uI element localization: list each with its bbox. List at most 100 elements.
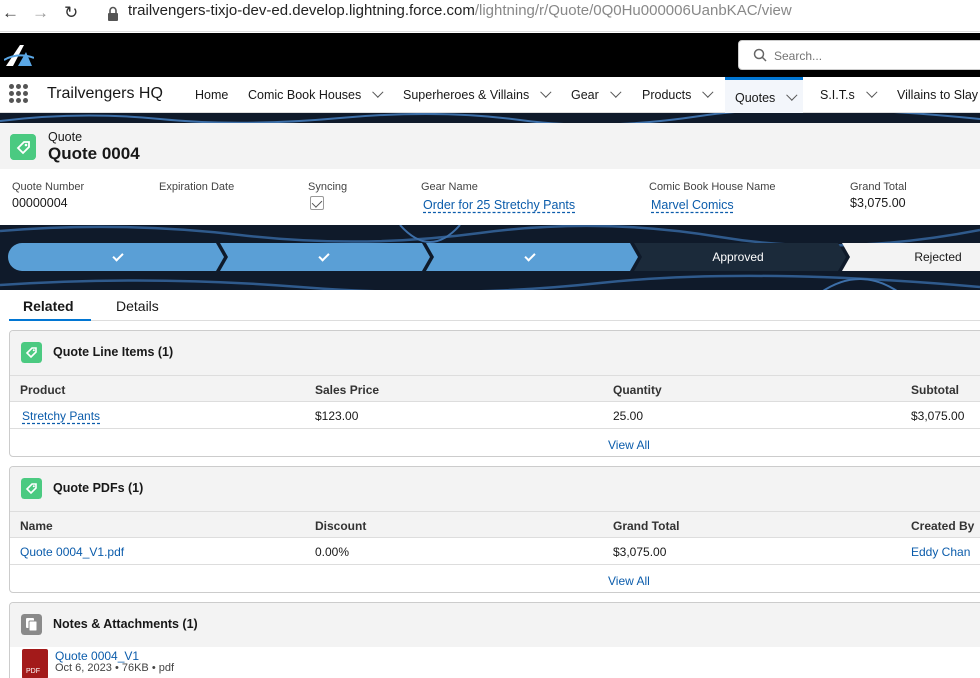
field-label: Quote Number [12,181,85,193]
column-header[interactable]: Quantity [613,383,662,397]
url-host: trailvengers-tixjo-dev-ed.develop.lightn… [128,2,475,19]
column-header[interactable]: Created By [911,519,974,533]
field-gear-name: Gear Name Order for 25 Stretchy Pants [421,181,575,212]
nav-item-villains-to-slay[interactable]: Villains to Slay [897,88,978,102]
chevron-down-icon[interactable] [540,86,552,98]
attachment-date: Oct 6, 2023 [55,662,112,674]
global-search-input[interactable]: Search... [738,40,980,70]
pdf-name-link[interactable]: Quote 0004_V1.pdf [20,545,124,559]
table-cell: $3,075.00 [613,545,667,559]
field-comic-book-house: Comic Book House Name Marvel Comics [649,181,776,212]
tab-details[interactable]: Details [116,298,159,314]
back-icon[interactable]: ← [2,3,19,23]
nav-item-home[interactable]: Home [195,88,228,102]
column-header[interactable]: Grand Total [613,519,679,533]
nav-item-gear[interactable]: Gear [571,86,622,102]
nav-item-sits[interactable]: S.I.T.s [820,86,878,102]
view-all-link[interactable]: View All [608,438,650,452]
quote-record-icon [10,134,36,160]
quote-line-items-card: Quote Line Items (1) Product Sales Price… [9,330,980,457]
nav-item-label: Comic Book Houses [248,88,362,102]
record-object-label: Quote [48,130,83,144]
chevron-down-icon[interactable] [609,86,622,98]
field-label: Comic Book House Name [649,181,776,193]
global-header: Search... [0,33,980,77]
meta-separator: • [151,662,159,674]
check-icon [318,249,330,262]
table-header-row: Name Discount Grand Total Created By [10,511,980,538]
attachment-link[interactable]: Quote 0004_V1 [55,649,139,663]
view-all-link[interactable]: View All [608,574,650,588]
sales-path: Approved Rejected [8,243,980,271]
path-stage-approved[interactable]: Approved [638,243,838,271]
field-value: 00000004 [12,196,68,210]
nav-item-superheroes-villains[interactable]: Superheroes & Villains [403,86,552,102]
record-title: Quote 0004 [48,144,140,163]
nav-item-label: S.I.T.s [820,88,855,102]
notes-attachments-icon [21,614,42,635]
chevron-down-icon[interactable] [702,86,714,98]
product-link[interactable]: Stretchy Pants [22,409,100,423]
card-header: Quote PDFs (1) [10,467,980,511]
field-label: Expiration Date [159,181,235,193]
path-stage-complete-1[interactable] [18,243,218,271]
url-field[interactable]: trailvengers-tixjo-dev-ed.develop.lightn… [128,2,792,19]
app-logo-icon[interactable] [4,42,34,68]
background-swirl-band [0,113,980,123]
attachment-meta: Oct 6, 2023 • 76KB • pdf [55,662,174,674]
column-header[interactable]: Sales Price [315,383,379,397]
field-value: $3,075.00 [850,196,906,210]
app-launcher-icon[interactable] [9,84,28,103]
nav-item-label: Superheroes & Villains [403,88,530,102]
table-cell: 0.00% [315,545,350,559]
card-title[interactable]: Quote PDFs (1) [53,481,143,495]
url-path: /lightning/r/Quote/0Q0Hu000006UanbKAC/vi… [474,2,792,19]
quote-line-item-icon [21,342,42,363]
nav-item-quotes[interactable]: Quotes [725,77,804,113]
chevron-down-icon[interactable] [372,86,384,98]
column-header[interactable]: Discount [315,519,366,533]
gear-name-link[interactable]: Order for 25 Stretchy Pants [423,198,575,212]
tab-related[interactable]: Related [23,298,74,314]
path-stage-label: Rejected [914,250,962,264]
attachment-size: 76KB [121,662,149,674]
table-row: Stretchy Pants $123.00 25.00 $3,075.00 [10,402,980,429]
reload-icon[interactable]: ↻ [64,3,78,23]
column-header[interactable]: Name [20,519,53,533]
field-expiration-date: Expiration Date [159,181,234,196]
comic-house-link[interactable]: Marvel Comics [651,198,734,212]
card-header: Notes & Attachments (1) [10,603,980,647]
lock-icon [108,6,118,21]
nav-item-comic-book-houses[interactable]: Comic Book Houses [248,86,384,102]
created-by-link[interactable]: Eddy Chan [911,545,970,559]
pdf-file-icon: PDF [22,649,48,678]
nav-item-label: Villains to Slay [897,88,979,102]
app-name: Trailvengers HQ [47,85,163,102]
column-header[interactable]: Product [20,383,65,397]
card-title[interactable]: Quote Line Items (1) [53,345,173,359]
path-stage-rejected[interactable]: Rejected [888,243,980,271]
record-header: Quote Quote 0004 Quote Number 00000004 E… [0,123,980,225]
attachment-type: pdf [158,662,175,674]
table-row: Quote 0004_V1.pdf 0.00% $3,075.00 Eddy C… [10,538,980,565]
card-header: Quote Line Items (1) [10,331,980,375]
chevron-down-icon[interactable] [865,86,878,98]
record-header-top: Quote Quote 0004 [0,123,980,169]
related-tabs-area: Related Details Quote Line Items (1) Pro… [0,290,980,678]
nav-item-label: Home [195,88,229,102]
chevron-down-icon[interactable] [786,89,798,101]
card-title[interactable]: Notes & Attachments (1) [53,617,198,631]
path-stage-complete-2[interactable] [224,243,424,271]
path-stage-label: Approved [712,250,764,264]
field-syncing: Syncing [308,181,347,210]
table-cell: 25.00 [613,409,644,423]
column-header[interactable]: Subtotal [911,383,959,397]
forward-icon[interactable]: → [32,3,49,23]
search-placeholder: Search... [774,49,823,63]
nav-item-label: Quotes [735,91,776,105]
tab-divider [9,320,980,321]
table-cell: $3,075.00 [911,409,965,423]
path-stage-complete-3[interactable] [430,243,630,271]
browser-address-bar: ← → ↻ trailvengers-tixjo-dev-ed.develop.… [0,0,980,32]
nav-item-products[interactable]: Products [642,86,714,102]
